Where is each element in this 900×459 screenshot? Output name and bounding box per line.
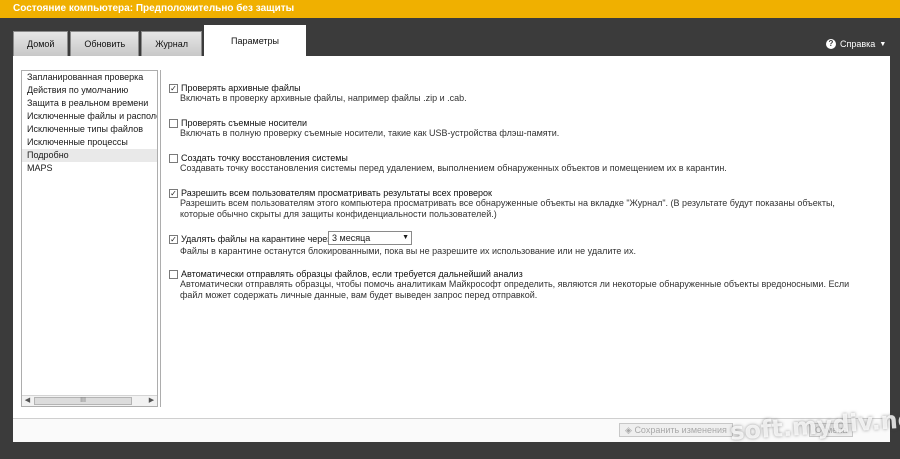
- scroll-right-icon[interactable]: ▶: [146, 396, 157, 406]
- option-description: Автоматически отправлять образцы, чтобы …: [180, 279, 850, 300]
- option-restore-point: Создать точку восстановления системы Соз…: [169, 153, 869, 174]
- settings-panel: Запланированная проверка Действия по умо…: [13, 56, 890, 442]
- main-tabs: Домой Обновить Журнал Параметры: [13, 25, 307, 56]
- tab-settings[interactable]: Параметры: [204, 25, 307, 56]
- quarantine-period-select[interactable]: 3 месяца ▼: [328, 231, 412, 245]
- option-description: Разрешить всем пользователям этого компь…: [180, 198, 835, 219]
- sidebar-item-default-actions[interactable]: Действия по умолчанию: [22, 84, 157, 97]
- scroll-left-icon[interactable]: ◀: [22, 396, 33, 406]
- window-title: Состояние компьютера: Предположительно б…: [13, 3, 295, 14]
- option-description: Создавать точку восстановления системы п…: [180, 163, 727, 173]
- tab-history[interactable]: Журнал: [141, 31, 203, 56]
- option-description: Включать в проверку архивные файлы, напр…: [180, 93, 467, 103]
- quarantine-cleanup-checkbox[interactable]: ✓: [169, 235, 178, 244]
- scan-archives-checkbox[interactable]: ✓: [169, 84, 178, 93]
- option-label: Удалять файлы на карантине через:: [181, 234, 334, 244]
- all-users-history-checkbox[interactable]: ✓: [169, 189, 178, 198]
- sidebar-item-excluded-file-types[interactable]: Исключенные типы файлов: [22, 123, 157, 136]
- tab-home[interactable]: Домой: [13, 31, 69, 56]
- window-title-bar: Состояние компьютера: Предположительно б…: [0, 0, 900, 18]
- send-samples-checkbox[interactable]: [169, 270, 178, 279]
- help-label: Справка: [840, 39, 876, 49]
- sidebar-item-scheduled-scan[interactable]: Запланированная проверка: [22, 71, 157, 84]
- scan-removable-checkbox[interactable]: [169, 119, 178, 128]
- chevron-down-icon: ▼: [402, 234, 409, 241]
- option-all-users-history: ✓ Разрешить всем пользователям просматри…: [169, 188, 869, 220]
- shield-icon: ◈: [625, 425, 632, 435]
- option-quarantine-cleanup: ✓ Удалять файлы на карантине через: 3 ме…: [169, 231, 869, 257]
- sidebar-item-excluded-processes[interactable]: Исключенные процессы: [22, 136, 157, 149]
- save-label: Сохранить изменения: [634, 425, 727, 435]
- sidebar-item-excluded-files[interactable]: Исключенные файлы и располо: [22, 110, 157, 123]
- option-scan-removable: Проверять съемные носители Включать в по…: [169, 118, 869, 139]
- option-description: Файлы в карантине останутся блокированны…: [180, 246, 636, 256]
- scrollbar-thumb[interactable]: III: [34, 397, 132, 405]
- save-button[interactable]: ◈ Сохранить изменения: [619, 423, 733, 437]
- chevron-down-icon: ▼: [879, 40, 887, 48]
- option-label: Автоматически отправлять образцы файлов,…: [181, 269, 523, 279]
- option-label: Проверять архивные файлы: [181, 83, 301, 93]
- horizontal-scrollbar[interactable]: ◀ III ▶: [22, 395, 157, 406]
- option-label: Создать точку восстановления системы: [181, 153, 348, 163]
- settings-category-list: Запланированная проверка Действия по умо…: [21, 70, 158, 407]
- sidebar-item-realtime-protection[interactable]: Защита в реальном времени: [22, 97, 157, 110]
- help-icon: ?: [826, 39, 836, 49]
- quarantine-period-value: 3 месяца: [332, 233, 371, 243]
- restore-point-checkbox[interactable]: [169, 154, 178, 163]
- option-description: Включать в полную проверку съемные носит…: [180, 128, 560, 138]
- sidebar-item-maps[interactable]: MAPS: [22, 162, 157, 175]
- help-menu[interactable]: ? Справка ▼: [826, 39, 886, 49]
- sidebar-item-advanced[interactable]: Подробно: [22, 149, 157, 162]
- tab-update[interactable]: Обновить: [70, 31, 140, 56]
- option-label: Разрешить всем пользователям просматрива…: [181, 188, 492, 198]
- option-scan-archives: ✓ Проверять архивные файлы Включать в пр…: [169, 83, 869, 104]
- option-send-samples: Автоматически отправлять образцы файлов,…: [169, 269, 869, 301]
- advanced-options: ✓ Проверять архивные файлы Включать в пр…: [160, 70, 879, 407]
- option-label: Проверять съемные носители: [181, 118, 308, 128]
